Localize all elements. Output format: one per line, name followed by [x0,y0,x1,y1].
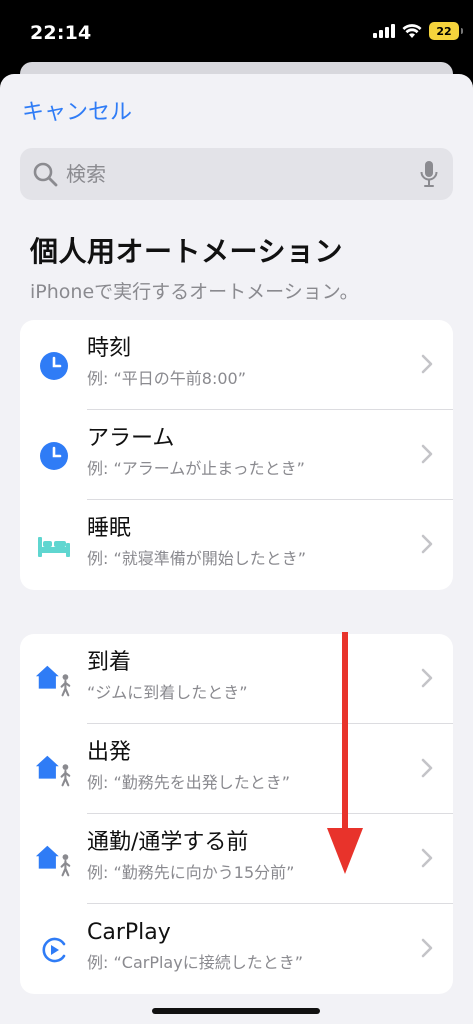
trigger-example: 例: “CarPlayに接続したとき” [87,953,303,972]
trigger-row-sleep[interactable]: 睡眠 例: “就寝準備が開始したとき” [20,500,453,590]
scroll-down-arrow-annotation [327,632,363,874]
trigger-label: アラーム [87,426,175,451]
search-bar[interactable] [20,148,453,200]
trigger-row-alarm[interactable]: アラーム 例: “アラームが止まったとき” [20,410,453,500]
trigger-row-arrive[interactable]: 到着 “ジムに到着したとき” [20,634,453,724]
trigger-example: 例: “アラームが止まったとき” [87,459,305,478]
battery-indicator: 22 [429,22,463,40]
trigger-row-time[interactable]: 時刻 例: “平日の午前8:00” [20,320,453,410]
carplay-icon [34,930,74,970]
chevron-right-icon [421,444,433,464]
wifi-icon [402,23,422,38]
location-triggers-group: 到着 “ジムに到着したとき” 出発 例: “勤務先を出発したとき” 通勤/通学す… [20,634,453,994]
chevron-right-icon [421,668,433,688]
trigger-label: 時刻 [87,336,132,361]
chevron-right-icon [421,758,433,778]
cellular-signal-icon [373,24,395,38]
status-bar: 22:14 22 [0,0,473,64]
chevron-right-icon [421,848,433,868]
trigger-row-leave[interactable]: 出発 例: “勤務先を出発したとき” [20,724,453,814]
trigger-example: 例: “就寝準備が開始したとき” [87,549,307,568]
page-title: 個人用オートメーション [30,235,343,268]
home-person-icon [34,750,74,790]
chevron-right-icon [421,354,433,374]
home-person-icon [34,660,74,700]
trigger-row-commute[interactable]: 通勤/通学する前 例: “勤務先に向かう15分前” [20,814,453,904]
status-indicators: 22 [373,22,463,40]
search-input[interactable] [66,162,419,186]
microphone-icon[interactable] [419,160,439,188]
screen: 22:14 22 キャンセル 検索 個人用オートメーション iPhoneで実行す… [0,0,473,1024]
trigger-label: 睡眠 [87,516,132,541]
chevron-right-icon [421,534,433,554]
time-triggers-group: 時刻 例: “平日の午前8:00” アラーム 例: “アラームが止まったとき” [20,320,453,590]
battery-level: 22 [436,24,452,38]
trigger-example: 例: “平日の午前8:00” [87,369,246,388]
home-person-icon [34,840,74,880]
status-time: 22:14 [30,22,92,44]
page-subtitle: iPhoneで実行するオートメーション。 [30,281,359,303]
cancel-button[interactable]: キャンセル [22,94,132,126]
trigger-row-carplay[interactable]: CarPlay 例: “CarPlayに接続したとき” [20,904,453,994]
clock-icon [34,346,74,386]
chevron-right-icon [421,938,433,958]
search-icon [32,161,58,187]
clock-icon [34,436,74,476]
automation-sheet: キャンセル 個人用オートメーション iPhoneで実行するオートメーション。 [0,74,473,1024]
bed-icon [34,526,74,566]
home-indicator[interactable] [152,1008,320,1014]
trigger-label: CarPlay [87,920,171,945]
